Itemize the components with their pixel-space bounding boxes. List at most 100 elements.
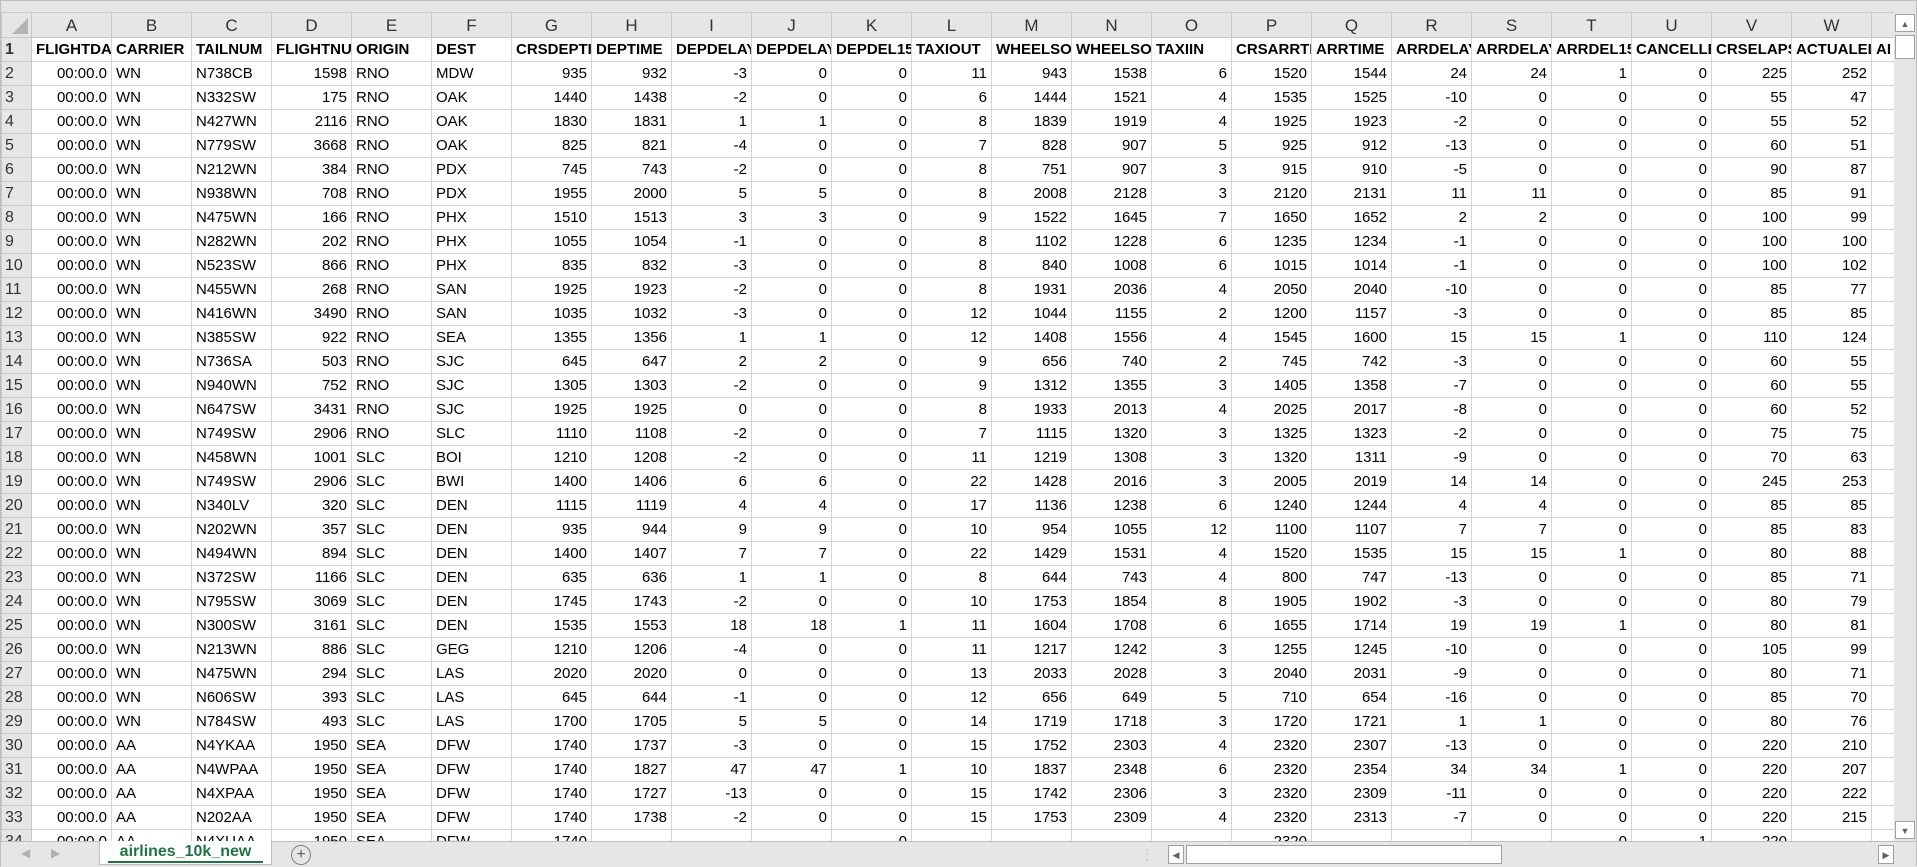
cell[interactable]: 34 (1391, 757, 1472, 782)
cell[interactable]: 2116 (271, 109, 352, 134)
cell[interactable]: 8 (911, 157, 992, 182)
cell[interactable]: 2 (751, 349, 832, 374)
row-header[interactable]: 12 (1, 301, 32, 326)
cell[interactable]: 1115 (991, 421, 1072, 446)
cell[interactable]: 0 (1551, 229, 1632, 254)
cell[interactable]: 1054 (591, 229, 672, 254)
cell[interactable] (1791, 829, 1872, 841)
cell[interactable]: N427WN (191, 109, 272, 134)
cell[interactable]: 1032 (591, 301, 672, 326)
cell[interactable]: 00:00.0 (31, 493, 112, 518)
cell[interactable]: 00:00.0 (31, 733, 112, 758)
cell[interactable]: 2303 (1071, 733, 1152, 758)
cell[interactable]: 1 (1551, 325, 1632, 350)
cell[interactable]: 915 (1231, 157, 1312, 182)
cell[interactable]: 0 (1551, 133, 1632, 158)
cell[interactable]: 3 (751, 205, 832, 230)
cell[interactable]: 0 (671, 397, 752, 422)
cell[interactable]: 0 (1631, 757, 1712, 782)
cell[interactable]: 0 (1631, 229, 1712, 254)
cell[interactable]: 828 (991, 133, 1072, 158)
cell[interactable]: -2 (671, 589, 752, 614)
cell[interactable]: 0 (831, 517, 912, 542)
sheet-tab-airlines[interactable]: airlines_10k_new (99, 841, 272, 865)
column-title-cell[interactable]: ARRDELAY (1471, 37, 1552, 62)
cell[interactable]: 910 (1311, 157, 1392, 182)
column-title-cell[interactable]: CARRIER (111, 37, 192, 62)
row-header[interactable]: 26 (1, 637, 32, 662)
row-header[interactable]: 3 (1, 85, 32, 110)
cell[interactable]: 0 (831, 157, 912, 182)
cell[interactable]: 656 (991, 685, 1072, 710)
cell[interactable]: 1925 (511, 277, 592, 302)
cell[interactable]: DEN (431, 541, 512, 566)
cell[interactable]: 1740 (511, 829, 592, 841)
cell[interactable]: 8 (911, 253, 992, 278)
cell[interactable]: 654 (1311, 685, 1392, 710)
column-title-cell[interactable]: FLIGHTDAT (31, 37, 112, 62)
cell[interactable]: 1604 (991, 613, 1072, 638)
cell[interactable]: 3069 (271, 589, 352, 614)
cell[interactable]: 1440 (511, 85, 592, 110)
column-header-i[interactable]: I (671, 12, 752, 38)
cell[interactable]: 80 (1711, 589, 1792, 614)
cell[interactable]: 8 (911, 181, 992, 206)
cell[interactable]: 4 (1151, 325, 1232, 350)
cell[interactable]: 907 (1071, 133, 1152, 158)
cell[interactable]: 894 (271, 541, 352, 566)
cell[interactable] (591, 829, 672, 841)
cell[interactable]: 0 (831, 229, 912, 254)
cell[interactable]: 0 (831, 805, 912, 830)
cell[interactable]: 15 (1391, 325, 1472, 350)
cell[interactable]: WN (111, 589, 192, 614)
column-title-cell[interactable]: CRSDEPTI (511, 37, 592, 62)
cell[interactable]: 1538 (1071, 61, 1152, 86)
cell[interactable]: 225 (1711, 61, 1792, 86)
cell[interactable]: 0 (1471, 445, 1552, 470)
cell[interactable]: SLC (351, 589, 432, 614)
cell[interactable]: 886 (271, 637, 352, 662)
cell[interactable]: 0 (1551, 421, 1632, 446)
cell[interactable]: 1545 (1231, 325, 1312, 350)
cell[interactable]: DFW (431, 829, 512, 841)
column-title-cell[interactable]: ARRDELAY (1391, 37, 1472, 62)
cell[interactable]: 6 (1151, 757, 1232, 782)
cell[interactable]: 0 (751, 685, 832, 710)
cell[interactable]: 85 (1711, 277, 1792, 302)
cell[interactable]: -2 (671, 445, 752, 470)
cell[interactable]: -7 (1391, 805, 1472, 830)
cell[interactable]: 0 (831, 781, 912, 806)
cell[interactable]: 85 (1711, 517, 1792, 542)
cell[interactable]: 80 (1711, 661, 1792, 686)
cell[interactable]: 52 (1791, 397, 1872, 422)
cell[interactable]: 935 (511, 517, 592, 542)
cell[interactable]: 2020 (591, 661, 672, 686)
cell[interactable]: 4 (671, 493, 752, 518)
cell[interactable] (911, 829, 992, 841)
cell[interactable]: DEN (431, 565, 512, 590)
cell[interactable]: 100 (1711, 205, 1792, 230)
column-header-q[interactable]: Q (1311, 12, 1392, 38)
cell[interactable]: DFW (431, 733, 512, 758)
cell[interactable]: 743 (591, 157, 672, 182)
column-header-s[interactable]: S (1471, 12, 1552, 38)
cell[interactable]: N523SW (191, 253, 272, 278)
cell[interactable]: 2050 (1231, 277, 1312, 302)
row-header[interactable]: 15 (1, 373, 32, 398)
cell[interactable]: N738CB (191, 61, 272, 86)
cell[interactable]: 70 (1711, 445, 1792, 470)
cell[interactable]: 745 (1231, 349, 1312, 374)
column-title-cell[interactable]: ORIGIN (351, 37, 432, 62)
cell[interactable]: 0 (1551, 709, 1632, 734)
cell[interactable]: 4 (1151, 85, 1232, 110)
cell[interactable]: WN (111, 133, 192, 158)
cell[interactable]: 0 (1551, 157, 1632, 182)
cell[interactable]: 14 (911, 709, 992, 734)
cell[interactable]: 3 (1151, 157, 1232, 182)
cell[interactable]: 935 (511, 61, 592, 86)
cell[interactable]: 0 (831, 565, 912, 590)
cell[interactable]: WN (111, 61, 192, 86)
cell[interactable]: 4 (1151, 109, 1232, 134)
cell[interactable]: 60 (1711, 133, 1792, 158)
cell[interactable]: SAN (431, 277, 512, 302)
